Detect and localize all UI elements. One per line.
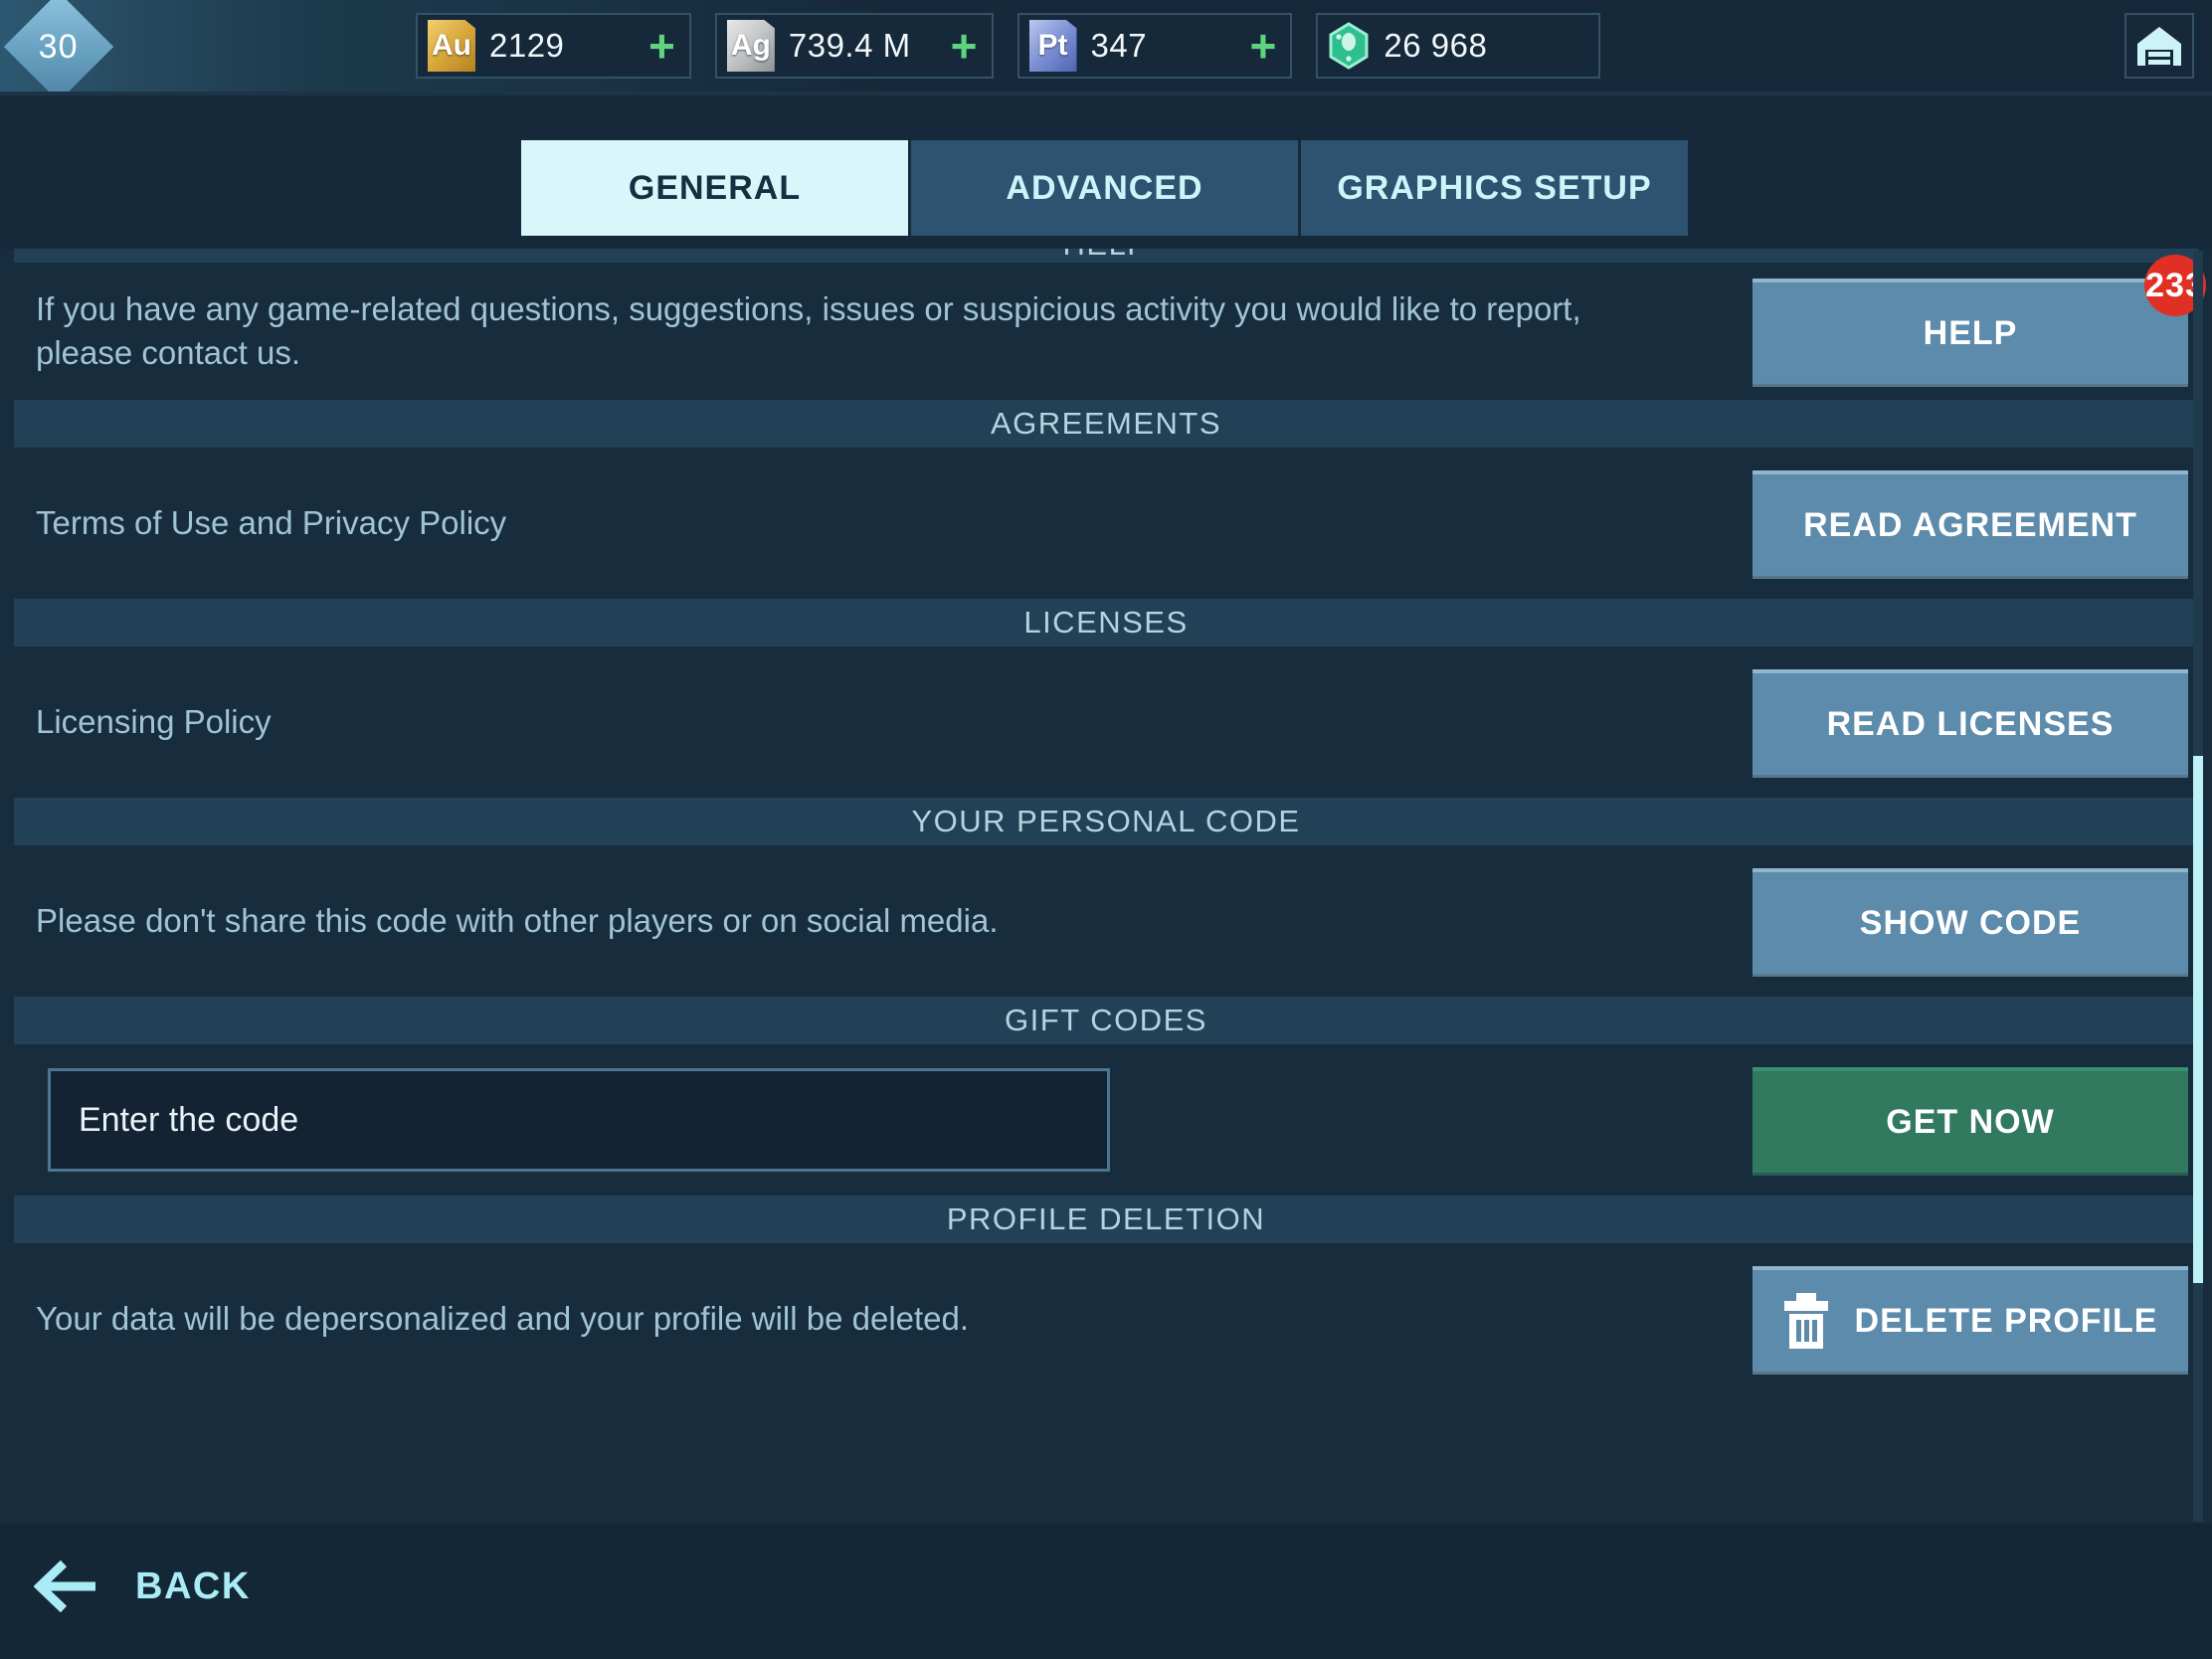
silver-value: 739.4 M [788,27,911,64]
gold-icon: Au [428,20,475,72]
back-button-label: BACK [135,1565,251,1607]
silver-icon: Ag [726,20,775,72]
settings-screen: 30 Au 2129 + Ag 739.4 M + Pt 347 + 26 96… [0,0,2212,1659]
row-personal-code: Please don't share this code with other … [0,845,2212,997]
scrollbar-thumb[interactable] [2193,756,2203,1283]
show-code-button[interactable]: SHOW CODE [1752,868,2188,974]
read-licenses-button[interactable]: READ LICENSES [1752,669,2188,775]
read-agreement-label: READ AGREEMENT [1803,505,2137,544]
settings-scroll-area[interactable]: HELP If you have any game-related questi… [0,249,2212,1524]
agreements-description: Terms of Use and Privacy Policy [36,504,507,541]
resource-gold[interactable]: Au 2129 + [416,13,691,79]
row-gift-codes: Enter the code GET NOW [0,1044,2212,1196]
resource-silver[interactable]: Ag 739.4 M + [714,13,994,79]
section-header-personal-code: YOUR PERSONAL CODE [14,798,2198,845]
silver-symbol: Ag [730,29,771,62]
gift-code-input[interactable]: Enter the code [48,1068,1110,1172]
tab-general[interactable]: GENERAL [521,140,911,236]
level-badge: 30 [3,0,114,102]
section-header-help: HELP [14,249,2198,263]
get-now-label: GET NOW [1886,1102,2055,1141]
tab-graphics-setup[interactable]: GRAPHICS SETUP [1301,140,1691,236]
footer-bar: BACK [0,1524,2212,1659]
profile-deletion-description: Your data will be depersonalized and you… [36,1300,970,1337]
gems-value: 26 968 [1383,27,1488,64]
platinum-icon: Pt [1028,20,1077,72]
top-resource-bar: 30 Au 2129 + Ag 739.4 M + Pt 347 + 26 96… [0,0,2212,102]
resource-gems[interactable]: 26 968 [1316,13,1601,79]
resource-counters: Au 2129 + Ag 739.4 M + Pt 347 + 26 968 [416,13,1601,79]
gold-add-button[interactable]: + [623,23,675,69]
row-agreements: Terms of Use and Privacy Policy READ AGR… [0,448,2212,599]
read-agreement-button[interactable]: READ AGREEMENT [1752,470,2188,576]
platinum-symbol: Pt [1037,29,1068,62]
row-help: If you have any game-related questions, … [0,255,2212,400]
read-licenses-label: READ LICENSES [1826,704,2115,743]
arrow-left-icon [34,1560,95,1613]
licenses-description: Licensing Policy [36,703,272,740]
section-header-agreements: AGREEMENTS [14,400,2198,448]
gold-symbol: Au [432,29,471,62]
row-profile-deletion: Your data will be depersonalized and you… [0,1243,2212,1394]
delete-profile-button[interactable]: DELETE PROFILE [1752,1266,2188,1372]
row-licenses: Licensing Policy READ LICENSES [0,646,2212,798]
trash-icon [1783,1293,1828,1349]
platinum-value: 347 [1090,27,1148,64]
home-button[interactable] [2124,13,2194,79]
emerald-gem-icon [1329,22,1369,70]
tab-advanced[interactable]: ADVANCED [911,140,1301,236]
help-button[interactable]: HELP 233 [1752,255,2206,384]
garage-home-icon [2137,27,2181,66]
resource-platinum[interactable]: Pt 347 + [1016,13,1293,79]
personal-code-description: Please don't share this code with other … [36,902,999,939]
back-button[interactable]: BACK [34,1556,251,1617]
gold-value: 2129 [489,27,565,64]
section-header-licenses: LICENSES [14,599,2198,646]
delete-profile-label: DELETE PROFILE [1854,1301,2158,1340]
tab-bar: GENERAL ADVANCED GRAPHICS SETUP [0,95,2212,344]
help-button-label: HELP [1923,313,2018,352]
silver-add-button[interactable]: + [925,23,978,69]
section-header-gift-codes: GIFT CODES [14,997,2198,1044]
show-code-label: SHOW CODE [1859,903,2082,942]
platinum-add-button[interactable]: + [1224,23,1277,69]
get-now-button[interactable]: GET NOW [1752,1067,2188,1173]
help-description: If you have any game-related questions, … [36,290,1581,371]
gift-code-placeholder: Enter the code [79,1100,299,1139]
level-value: 30 [39,27,79,66]
section-header-profile-deletion: PROFILE DELETION [14,1196,2198,1243]
